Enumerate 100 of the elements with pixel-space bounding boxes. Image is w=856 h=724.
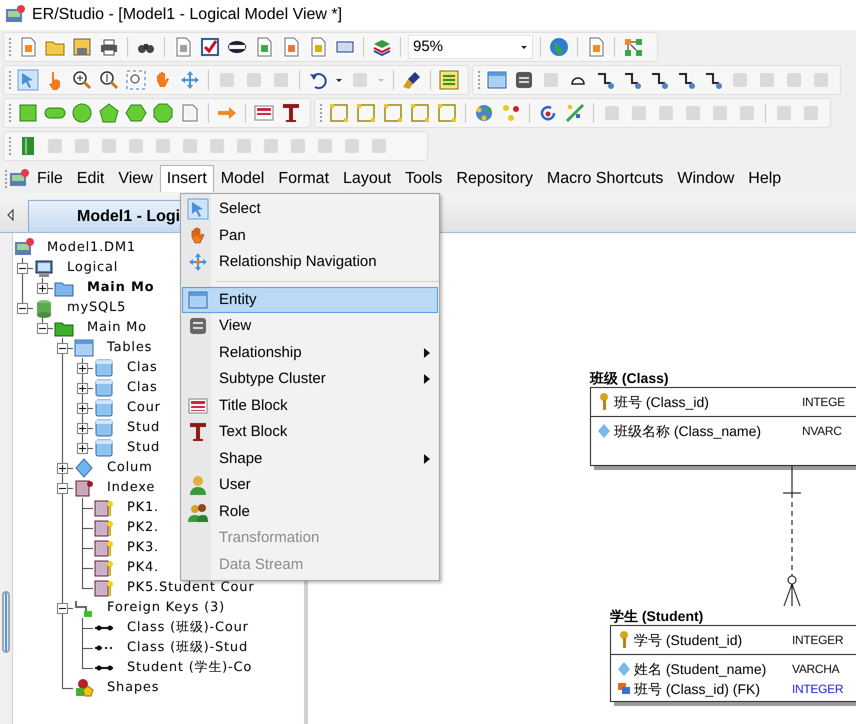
- move-arrows-icon[interactable]: [179, 69, 201, 91]
- text-block-icon[interactable]: [280, 102, 302, 124]
- tree-item-label[interactable]: Class (班级)-Stud: [127, 640, 248, 656]
- collapse-toggle[interactable]: [37, 323, 48, 334]
- menu-item[interactable]: Edit: [70, 165, 112, 192]
- menu-item[interactable]: Format: [271, 165, 336, 192]
- expand-toggle[interactable]: [37, 283, 48, 294]
- table-icon[interactable]: [93, 397, 115, 419]
- table-icon[interactable]: [93, 437, 115, 459]
- network-icon[interactable]: [622, 36, 644, 58]
- entity-icon[interactable]: [486, 69, 508, 91]
- collapse-toggle[interactable]: [57, 603, 68, 614]
- toolbar-grip[interactable]: [319, 102, 323, 124]
- tree-item-label[interactable]: Foreign Keys (3): [107, 600, 225, 616]
- menu-item[interactable]: Macro Shortcuts: [540, 165, 670, 192]
- shapes-icon[interactable]: [73, 677, 95, 699]
- toolbar-grip[interactable]: [4, 168, 8, 190]
- menu-option[interactable]: User: [182, 472, 438, 498]
- menu-option[interactable]: Relationship Navigation: [182, 249, 438, 276]
- menu-item[interactable]: Model: [214, 165, 272, 192]
- octagon-icon[interactable]: [152, 102, 174, 124]
- collapse-toggle[interactable]: [17, 263, 28, 274]
- view-icon[interactable]: [513, 69, 535, 91]
- list-icon[interactable]: [438, 69, 460, 91]
- tree-item-label[interactable]: Cour: [127, 400, 161, 416]
- expand-toggle[interactable]: [77, 423, 88, 434]
- square-icon[interactable]: [17, 102, 39, 124]
- globe-icon[interactable]: [548, 36, 570, 58]
- tree-item-label[interactable]: Stud: [127, 420, 160, 436]
- table-icon[interactable]: [93, 357, 115, 379]
- toolbar-grip[interactable]: [8, 135, 12, 157]
- menu-item[interactable]: View: [111, 165, 160, 192]
- circle-icon[interactable]: [71, 102, 93, 124]
- pointer-icon[interactable]: [17, 69, 39, 91]
- layout-icon[interactable]: [355, 102, 377, 124]
- toolbar-grip[interactable]: [477, 69, 481, 91]
- menu-item[interactable]: Window: [670, 165, 742, 192]
- diamond-icon[interactable]: [73, 457, 95, 479]
- tree-item-label[interactable]: Clas: [127, 360, 158, 376]
- checkbox-icon[interactable]: [199, 36, 221, 58]
- tree-item-label[interactable]: PK2.: [127, 520, 159, 536]
- expand-toggle[interactable]: [77, 363, 88, 374]
- hexagon-icon[interactable]: [125, 102, 147, 124]
- toolbar-grip[interactable]: [8, 36, 12, 58]
- pentagon-icon[interactable]: [98, 102, 120, 124]
- tree-item-label[interactable]: Model1.DM1: [47, 240, 136, 256]
- tree-item-label[interactable]: Student (学生)-Co: [127, 660, 252, 676]
- menu-option[interactable]: Shape: [182, 446, 438, 472]
- tree-item-label[interactable]: Logical: [67, 260, 118, 276]
- nodes-icon[interactable]: [500, 102, 522, 124]
- menu-option[interactable]: Text Block: [182, 419, 438, 446]
- tree-item-label[interactable]: Colum: [107, 460, 153, 476]
- menu-item[interactable]: Help: [741, 165, 788, 192]
- zoom-in-icon[interactable]: [71, 69, 93, 91]
- menu-option[interactable]: Entity: [182, 286, 438, 313]
- menu-item[interactable]: Insert: [160, 165, 214, 192]
- tree-item-label[interactable]: Clas: [127, 380, 158, 396]
- tree-item-label[interactable]: Stud: [127, 440, 160, 456]
- move-arrows-icon[interactable]: [187, 251, 209, 274]
- expand-toggle[interactable]: [77, 403, 88, 414]
- collapse-toggle[interactable]: [17, 303, 28, 314]
- tree-item-label[interactable]: PK5.Student Cour: [127, 580, 254, 596]
- table-icon[interactable]: [73, 337, 95, 359]
- key-icon[interactable]: [617, 629, 631, 651]
- align-icon[interactable]: [564, 102, 586, 124]
- table-icon[interactable]: [93, 417, 115, 439]
- tree-item-label[interactable]: Indexe: [107, 480, 156, 496]
- menu-option[interactable]: View: [182, 313, 438, 340]
- expand-toggle[interactable]: [77, 443, 88, 454]
- tree-item-label[interactable]: Main Mo: [87, 320, 147, 336]
- table-icon[interactable]: [93, 377, 115, 399]
- entity-icon[interactable]: [187, 288, 209, 311]
- menu-option[interactable]: Title Block: [182, 392, 438, 419]
- menu-item[interactable]: Repository: [449, 165, 540, 192]
- zoom-fit-icon[interactable]: [98, 69, 120, 91]
- menu-item[interactable]: File: [30, 165, 70, 192]
- tree-item-label[interactable]: Tables: [107, 340, 152, 356]
- collapse-toggle[interactable]: [57, 483, 68, 494]
- tree-item-label[interactable]: PK4.: [127, 560, 159, 576]
- tree-item-label[interactable]: Main Mo: [87, 280, 154, 296]
- expand-toggle[interactable]: [57, 463, 68, 474]
- tree-item-label[interactable]: PK1.: [127, 500, 159, 516]
- brush-icon[interactable]: [401, 69, 423, 91]
- menu-item[interactable]: Tools: [398, 165, 450, 192]
- key-icon[interactable]: [597, 391, 611, 413]
- toolbar-grip[interactable]: [8, 69, 12, 91]
- zoom-combo[interactable]: 95%: [408, 35, 533, 59]
- tree-item-label[interactable]: Class (班级)-Cour: [127, 620, 249, 636]
- menu-option[interactable]: Subtype Cluster: [182, 366, 438, 392]
- user-icon[interactable]: [187, 474, 209, 496]
- tree-item-label[interactable]: mySQL5: [67, 300, 126, 316]
- menu-item[interactable]: Layout: [336, 165, 398, 192]
- tree-item-label[interactable]: Shapes: [107, 680, 160, 696]
- menu-option[interactable]: Role: [182, 498, 438, 525]
- circular-layout-icon[interactable]: [473, 102, 495, 124]
- zoom-area-icon[interactable]: [125, 69, 147, 91]
- layout-icon[interactable]: [328, 102, 350, 124]
- toolbar-grip[interactable]: [8, 102, 12, 124]
- tree-item-label[interactable]: PK3.: [127, 540, 159, 556]
- collapse-toggle[interactable]: [57, 343, 68, 354]
